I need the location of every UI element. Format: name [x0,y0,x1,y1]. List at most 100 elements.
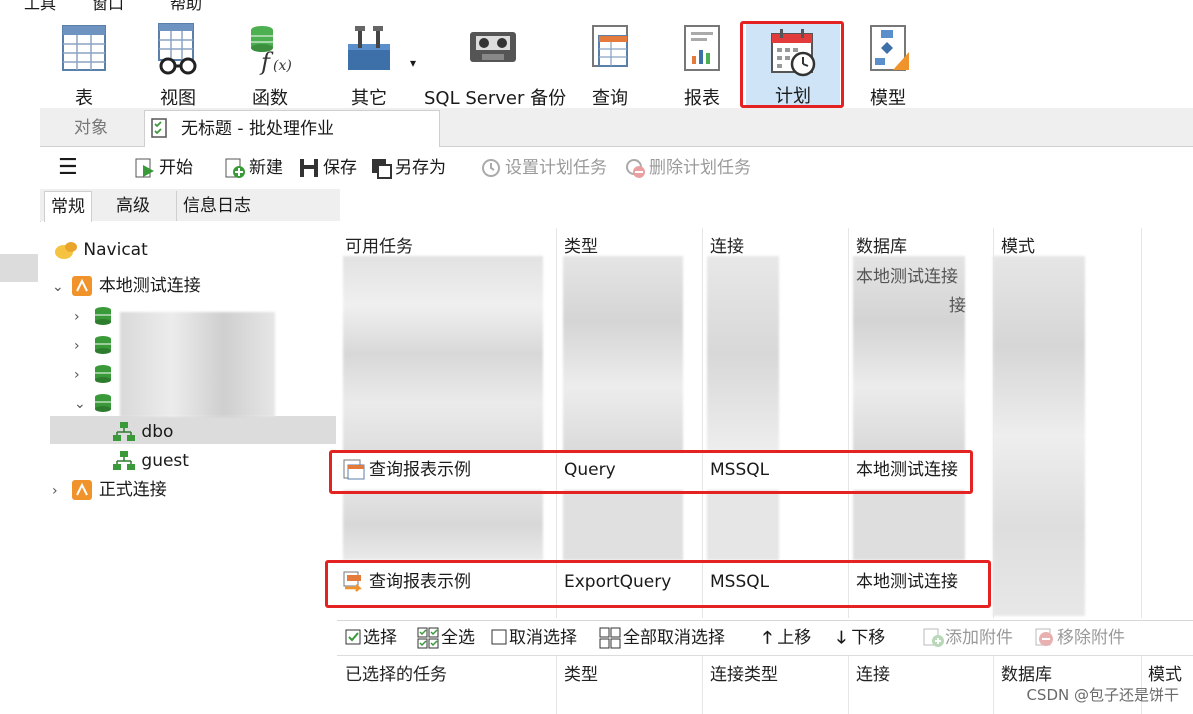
save-as-button[interactable]: 另存为 [370,153,446,183]
database-icon [95,336,112,354]
new-icon [225,158,245,178]
other-button[interactable]: 其它 [336,22,402,109]
col-header-connection-type[interactable]: 连接类型 [710,660,778,685]
hamburger-menu-icon[interactable]: ☰ [58,153,78,183]
chevron-right-icon[interactable]: › [74,332,88,360]
col-header-database[interactable]: 数据库 [1001,660,1052,685]
move-up-button[interactable]: 🡑 上移 [763,625,811,651]
table-button[interactable]: 表 [52,22,116,109]
new-button[interactable]: 新建 [224,153,283,183]
tab-objects[interactable]: 对象 [74,110,144,146]
function-label: 函数 [252,88,288,109]
move-down-button[interactable]: 🡓 下移 [837,625,885,651]
tree-database-2[interactable]: › [74,331,113,359]
tab-message-log[interactable]: 信息日志 [176,191,257,221]
deselect-all-icon [599,627,621,649]
tab-general[interactable]: 常规 [44,191,92,222]
column-divider [702,656,703,714]
deselect-all-button[interactable]: 全部取消选择 [599,625,725,651]
connection-tree: Navicat ⌄ 本地测试连接 › › › ⌄ dbo guest › 正式连… [40,222,336,713]
menu-tools[interactable]: 工具 [24,0,56,14]
chevron-down-icon[interactable]: ▾ [410,56,416,70]
column-divider [993,656,994,714]
col-header-schema[interactable]: 模式 [1148,660,1182,685]
database-icon [95,365,112,383]
tree-connection-prod-label: 正式连接 [98,480,167,500]
col-header-connection[interactable]: 连接 [710,232,744,257]
settings-subtabs: 常规 高级 信息日志 [40,189,340,222]
chevron-down-icon[interactable]: ⌄ [74,390,88,418]
ribbon-toolbar: 表 视图 f (x) 函数 其它 ▾ SQL Server 备份 查询 报表 计… [0,14,1193,109]
redacted-area [563,256,683,452]
model-label: 模型 [870,88,906,109]
document-tabs: 对象 无标题 - 批处理作业 [40,108,1193,147]
tree-schema-guest[interactable]: guest [112,447,189,475]
chevron-right-icon[interactable]: › [74,303,88,331]
tab-advanced[interactable]: 高级 [110,191,156,221]
col-header-task[interactable]: 可用任务 [345,232,413,257]
model-icon [870,25,909,71]
watermark: CSDN @包子还是饼干 [1026,686,1179,704]
col-header-selected-task[interactable]: 已选择的任务 [345,660,447,685]
col-header-connection[interactable]: 连接 [856,660,890,685]
menu-window[interactable]: 窗口 [92,0,124,14]
model-button[interactable]: 模型 [856,22,920,109]
tree-database-3[interactable]: › [74,360,113,388]
tree-connection-prod[interactable]: › 正式连接 [52,476,167,504]
tree-database-4[interactable]: ⌄ [74,389,113,417]
redacted-area [853,490,965,560]
highlight-box-export-task [325,560,991,608]
view-button[interactable]: 视图 [146,22,210,109]
left-navigation-strip [0,108,41,713]
col-header-type[interactable]: 类型 [564,660,598,685]
save-as-label: 另存为 [395,158,446,178]
deselect-label: 取消选择 [509,628,577,648]
select-button[interactable]: 选择 [345,625,397,651]
deselect-button[interactable]: 取消选择 [491,625,577,651]
query-button[interactable]: 查询 [578,22,642,109]
tree-schema-dbo[interactable]: dbo [112,418,173,446]
col-header-type[interactable]: 类型 [564,232,598,257]
tree-connection-local[interactable]: ⌄ 本地测试连接 [52,272,201,300]
sqlserver-connection-icon [72,480,93,500]
set-schedule-task-label: 设置计划任务 [505,158,607,178]
tree-schema-guest-label: guest [141,451,189,471]
select-all-label: 全选 [441,628,475,648]
remove-attachment-label: 移除附件 [1057,628,1125,648]
tree-database-1[interactable]: › [74,302,113,330]
function-button[interactable]: f (x) 函数 [238,22,302,109]
add-attachment-button[interactable]: 添加附件 [923,625,1013,651]
schema-icon [113,451,135,470]
col-header-database[interactable]: 数据库 [856,232,907,257]
toolbox-icon [348,26,390,70]
remove-attachment-button[interactable]: 移除附件 [1035,625,1125,651]
left-selected-item[interactable] [0,254,38,282]
chevron-down-icon[interactable]: ⌄ [52,273,66,301]
tab-batch-job[interactable]: 无标题 - 批处理作业 [144,110,440,147]
chevron-right-icon[interactable]: › [74,361,88,389]
batch-toolbar: ☰ 开始 新建 保存 另存为 设置计划任务 删除计划任务 [40,147,1193,189]
tree-root-label: Navicat [83,240,148,260]
report-icon [684,25,720,71]
redacted-area [343,256,543,452]
chevron-right-icon[interactable]: › [52,477,66,505]
move-up-label: 上移 [777,628,812,648]
select-label: 选择 [363,628,397,648]
set-schedule-task-button[interactable]: 设置计划任务 [480,153,607,183]
menu-help[interactable]: 帮助 [170,0,202,14]
database-icon [95,394,112,412]
start-label: 开始 [159,158,193,178]
col-header-schema[interactable]: 模式 [1001,232,1035,257]
start-button[interactable]: 开始 [134,153,193,183]
delete-schedule-task-button[interactable]: 删除计划任务 [624,153,751,183]
select-all-button[interactable]: 全选 [417,625,475,651]
save-as-icon [372,159,392,179]
save-label: 保存 [323,158,357,178]
tree-root-navicat[interactable]: Navicat [54,236,148,264]
highlight-box-query-task [329,450,973,494]
save-icon [300,159,318,177]
sqlserver-backup-button[interactable]: SQL Server 备份 [424,22,566,109]
tree-selected-row [50,416,336,444]
save-button[interactable]: 保存 [298,153,357,183]
report-button[interactable]: 报表 [670,22,734,109]
